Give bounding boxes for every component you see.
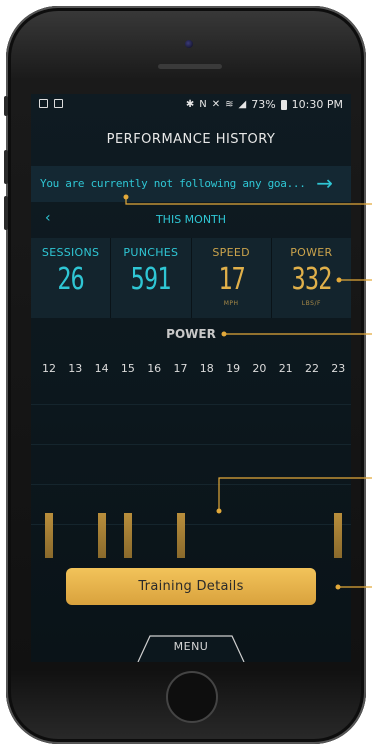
x-tick-label: 14 <box>94 362 109 375</box>
period-label[interactable]: THIS MONTH <box>31 213 351 226</box>
doc-notification-icon <box>54 99 63 108</box>
goal-banner[interactable]: You are currently not following any goa.… <box>31 166 351 202</box>
period-selector: ‹ THIS MONTH <box>31 208 351 232</box>
x-tick-label: 19 <box>226 362 241 375</box>
power-chart <box>31 384 351 558</box>
app-screen: ✱ N ✕ ≋ ◢ 73% 10:30 PM PERFORMANCE HISTO… <box>31 94 351 662</box>
stat-power: POWER 332 LBS/F <box>271 238 351 318</box>
x-tick-label: 12 <box>42 362 56 375</box>
x-tick-label: 15 <box>120 362 135 375</box>
x-tick-label: 21 <box>278 362 293 375</box>
battery-percent: 73% <box>251 98 276 111</box>
volume-up-button <box>4 150 8 184</box>
menu-tab[interactable]: MENU <box>136 634 246 662</box>
arrow-right-icon[interactable]: → <box>316 171 333 195</box>
battery-icon <box>280 99 287 110</box>
chart-gridline <box>31 444 351 445</box>
power-button <box>4 96 8 116</box>
stat-unit: LBS/F <box>301 300 321 307</box>
bluetooth-icon: ✱ <box>185 99 195 110</box>
x-tick-label: 13 <box>68 362 83 375</box>
stat-value: 17 <box>217 262 245 297</box>
status-bar: ✱ N ✕ ≋ ◢ 73% 10:30 PM <box>31 94 351 116</box>
stat-sessions: SESSIONS 26 <box>31 238 112 318</box>
page-title: PERFORMANCE HISTORY <box>106 132 276 147</box>
chart-bar[interactable] <box>176 512 185 558</box>
chart-bar[interactable] <box>334 512 343 558</box>
stat-label: SESSIONS <box>41 246 100 259</box>
stat-label: PUNCHES <box>123 246 179 259</box>
home-button[interactable] <box>166 671 218 723</box>
volume-down-button <box>4 196 8 230</box>
x-tick-label: 22 <box>305 362 319 375</box>
stat-unit: MPH <box>223 300 239 307</box>
menu-label: MENU <box>173 640 209 653</box>
chart-x-axis: 12 13 14 15 16 17 18 19 20 21 22 23 <box>31 362 351 376</box>
stat-speed: SPEED 17 MPH <box>191 238 272 318</box>
chart-gridline <box>31 404 351 405</box>
signal-icon: ◢ <box>238 99 247 110</box>
mute-icon: ✕ <box>211 99 221 110</box>
x-tick-label: 18 <box>199 362 214 375</box>
earpiece-speaker <box>158 64 222 69</box>
chart-title: POWER <box>166 327 216 341</box>
x-tick-label: 17 <box>173 362 188 375</box>
stats-summary: SESSIONS 26 PUNCHES 591 SPEED 17 MPH POW… <box>31 238 351 318</box>
clock: 10:30 PM <box>291 98 343 111</box>
stat-label: POWER <box>290 246 333 259</box>
chart-bar[interactable] <box>45 512 53 558</box>
training-details-button[interactable]: Training Details <box>66 568 316 605</box>
chart-gridline <box>31 484 351 485</box>
nfc-icon: N <box>199 99 207 110</box>
goal-text: You are currently not following any goa.… <box>40 177 306 190</box>
wifi-icon: ≋ <box>225 99 234 110</box>
x-tick-label: 23 <box>331 362 346 375</box>
image-notification-icon <box>39 99 48 108</box>
x-tick-label: 16 <box>147 362 162 375</box>
stat-value: 591 <box>130 262 172 297</box>
stat-label: SPEED <box>212 246 250 259</box>
x-tick-label: 20 <box>252 362 267 375</box>
stat-value: 332 <box>291 262 332 297</box>
front-camera <box>185 40 193 48</box>
stat-punches: PUNCHES 591 <box>111 238 192 318</box>
chart-bar[interactable] <box>97 512 106 558</box>
stat-value: 26 <box>57 262 84 297</box>
chart-gridline <box>31 524 351 525</box>
chart-bar[interactable] <box>123 512 132 558</box>
